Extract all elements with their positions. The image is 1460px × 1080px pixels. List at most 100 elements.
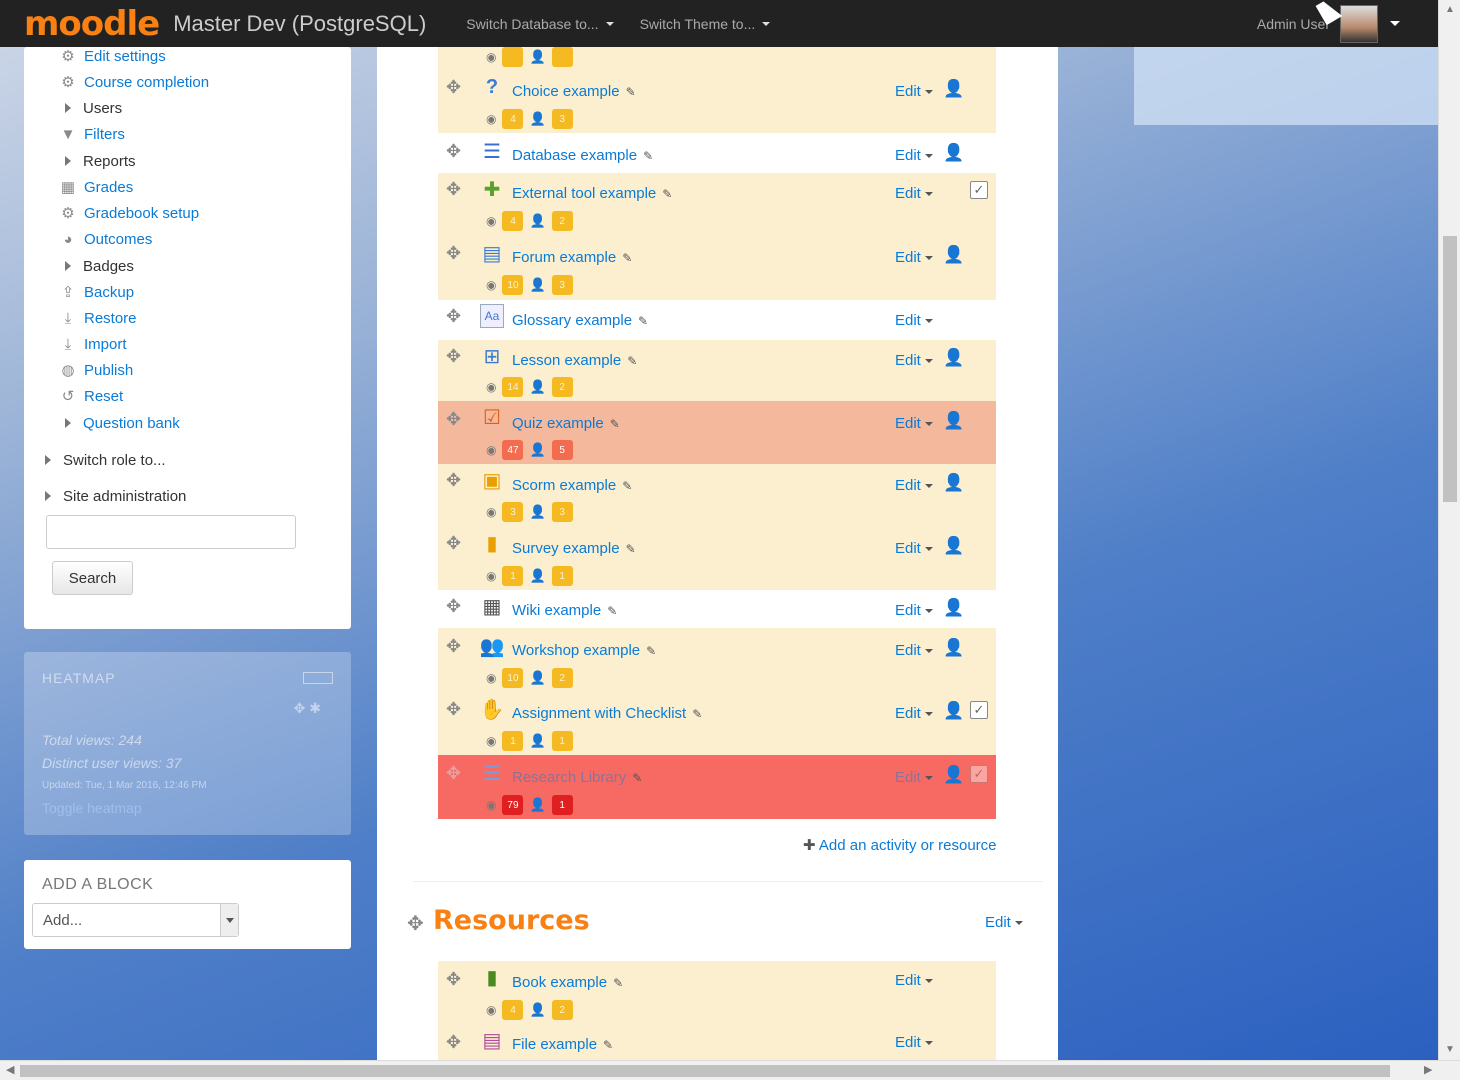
- activity-link[interactable]: Scorm example ✎: [512, 477, 632, 494]
- nav-switch-role[interactable]: Switch role to...: [40, 449, 166, 471]
- pencil-icon[interactable]: ✎: [622, 479, 632, 493]
- resource-link[interactable]: File example ✎: [512, 1036, 613, 1053]
- nav-reports[interactable]: Reports: [60, 150, 136, 172]
- caret-down-icon[interactable]: [1390, 21, 1400, 26]
- user-icon[interactable]: 👤: [943, 765, 964, 785]
- site-name[interactable]: Master Dev (PostgreSQL): [173, 11, 426, 37]
- nav-users[interactable]: Users: [60, 97, 122, 119]
- pencil-icon[interactable]: ✎: [613, 976, 623, 990]
- move-icon[interactable]: ✥: [446, 533, 461, 554]
- move-icon[interactable]: ✥: [446, 636, 461, 657]
- pencil-icon[interactable]: ✎: [638, 314, 648, 328]
- activity-link[interactable]: Workshop example ✎: [512, 642, 656, 659]
- activity-link[interactable]: Research Library ✎: [512, 769, 642, 786]
- move-icon[interactable]: ✥: [446, 596, 461, 617]
- pencil-icon[interactable]: ✎: [607, 604, 617, 618]
- edit-menu[interactable]: Edit: [895, 249, 933, 266]
- scroll-down-icon[interactable]: ▼: [1445, 1044, 1455, 1055]
- move-icon[interactable]: ✥: [446, 969, 461, 990]
- user-icon[interactable]: 👤: [943, 245, 964, 265]
- activity-link[interactable]: Quiz example ✎: [512, 415, 620, 432]
- activity-link[interactable]: Forum example ✎: [512, 249, 632, 266]
- edit-menu[interactable]: Edit: [895, 312, 933, 329]
- nav-restore[interactable]: ⤓ Restore: [60, 307, 137, 329]
- user-icon[interactable]: 👤: [943, 143, 964, 163]
- add-block-select[interactable]: Add...: [32, 903, 239, 937]
- user-icon[interactable]: 👤: [943, 348, 964, 368]
- edit-menu[interactable]: Edit: [895, 147, 933, 164]
- edit-menu[interactable]: Edit: [895, 602, 933, 619]
- section-edit-menu[interactable]: Edit: [985, 914, 1023, 931]
- pencil-icon[interactable]: ✎: [632, 771, 642, 785]
- user-icon[interactable]: 👤: [943, 411, 964, 431]
- vertical-scrollbar[interactable]: ▲ ▼: [1438, 0, 1460, 1060]
- move-icon[interactable]: ✥: [446, 470, 461, 491]
- pencil-icon[interactable]: ✎: [603, 1038, 613, 1052]
- admin-search-input[interactable]: [46, 515, 296, 549]
- activity-link[interactable]: External tool example ✎: [512, 185, 672, 202]
- move-icon[interactable]: ✥: [446, 141, 461, 162]
- edit-menu[interactable]: Edit: [895, 972, 933, 989]
- nav-site-administration[interactable]: Site administration: [40, 485, 186, 507]
- activity-link[interactable]: Wiki example ✎: [512, 602, 617, 619]
- activity-link[interactable]: Choice example ✎: [512, 83, 636, 100]
- edit-menu[interactable]: Edit: [895, 352, 933, 369]
- move-icon[interactable]: ✥: [446, 346, 461, 367]
- edit-menu[interactable]: Edit: [895, 642, 933, 659]
- pencil-icon[interactable]: ✎: [692, 707, 702, 721]
- move-icon[interactable]: ✥: [446, 699, 461, 720]
- scroll-right-icon[interactable]: ▶: [1424, 1063, 1432, 1076]
- activity-link[interactable]: Glossary example ✎: [512, 312, 648, 329]
- activity-link[interactable]: Assignment with Checklist ✎: [512, 705, 702, 722]
- nav-reset[interactable]: ↺ Reset: [60, 385, 123, 407]
- move-icon[interactable]: ✥: [407, 911, 424, 936]
- nav-edit-settings[interactable]: ⚙ Edit settings: [60, 45, 165, 67]
- pencil-icon[interactable]: ✎: [627, 354, 637, 368]
- pencil-icon[interactable]: ✎: [626, 85, 636, 99]
- nav-filters[interactable]: ▼ Filters: [60, 123, 125, 145]
- toggle-heatmap-link[interactable]: Toggle heatmap: [42, 800, 142, 816]
- scroll-thumb[interactable]: [1443, 236, 1457, 502]
- move-icon[interactable]: ✥: [446, 77, 461, 98]
- nav-backup[interactable]: ⇪ Backup: [60, 281, 134, 303]
- completion-checkbox[interactable]: ✓: [970, 701, 988, 719]
- scroll-up-icon[interactable]: ▲: [1445, 4, 1455, 15]
- edit-menu[interactable]: Edit: [895, 705, 933, 722]
- nav-course-completion[interactable]: ⚙ Course completion: [60, 71, 209, 93]
- pencil-icon[interactable]: ✎: [643, 149, 653, 163]
- nav-publish[interactable]: ◍ Publish: [60, 359, 133, 381]
- user-icon[interactable]: 👤: [943, 79, 964, 99]
- edit-menu[interactable]: Edit: [895, 769, 933, 786]
- nav-gradebook-setup[interactable]: ⚙ Gradebook setup: [60, 202, 199, 224]
- edit-menu[interactable]: Edit: [895, 540, 933, 557]
- scroll-left-icon[interactable]: ◀: [6, 1063, 14, 1076]
- brand[interactable]: moodle Master Dev (PostgreSQL): [0, 0, 426, 47]
- pencil-icon[interactable]: ✎: [646, 644, 656, 658]
- edit-menu[interactable]: Edit: [895, 185, 933, 202]
- move-icon[interactable]: ✥: [446, 179, 461, 200]
- switch-database-menu[interactable]: Switch Database to...: [466, 16, 614, 32]
- edit-menu[interactable]: Edit: [895, 83, 933, 100]
- completion-checkbox[interactable]: ✓: [970, 181, 988, 199]
- user-icon[interactable]: 👤: [943, 701, 964, 721]
- moodle-logo[interactable]: moodle: [24, 7, 160, 41]
- move-icon[interactable]: ✥: [446, 409, 461, 430]
- activity-link[interactable]: Lesson example ✎: [512, 352, 637, 369]
- pencil-icon[interactable]: ✎: [626, 542, 636, 556]
- search-button[interactable]: Search: [52, 561, 133, 595]
- move-icon[interactable]: ✥: [446, 306, 461, 327]
- user-icon[interactable]: 👤: [943, 598, 964, 618]
- edit-menu[interactable]: Edit: [895, 477, 933, 494]
- activity-link[interactable]: Database example ✎: [512, 147, 653, 164]
- horizontal-scrollbar[interactable]: ◀ ▶: [0, 1060, 1460, 1080]
- nav-import[interactable]: ⤓ Import: [60, 333, 127, 355]
- switch-theme-menu[interactable]: Switch Theme to...: [640, 16, 771, 32]
- edit-menu[interactable]: Edit: [895, 1034, 933, 1051]
- nav-grades[interactable]: ▦ Grades: [60, 176, 133, 198]
- user-icon[interactable]: 👤: [943, 536, 964, 556]
- move-icon[interactable]: ✥: [446, 243, 461, 264]
- add-activity-link[interactable]: ✚ Add an activity or resource: [803, 836, 997, 854]
- move-icon[interactable]: ✥ ✱: [294, 700, 321, 717]
- pencil-icon[interactable]: ✎: [662, 187, 672, 201]
- completion-checkbox[interactable]: ✓: [970, 765, 988, 783]
